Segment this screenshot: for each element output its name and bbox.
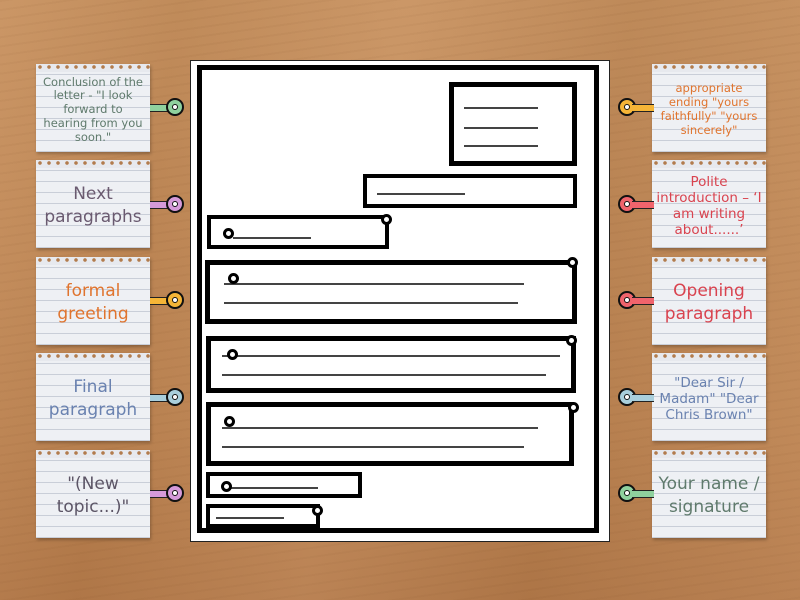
drop-target-final-paragraph-end[interactable] [568, 402, 579, 413]
pin-ring-icon [166, 98, 184, 116]
pin-handle-dear-sir-madam[interactable] [618, 388, 654, 406]
pin-handle-polite-introduction[interactable] [618, 195, 654, 213]
closing-line [228, 487, 318, 489]
pin-handle-final-paragraph[interactable] [150, 388, 184, 406]
pin-handle-your-name-signature[interactable] [618, 484, 654, 502]
date-line [377, 193, 465, 195]
drop-target-next-paragraphs[interactable] [227, 349, 238, 360]
drop-target-greeting[interactable] [223, 228, 234, 239]
pin-handle-appropriate-ending[interactable] [618, 98, 654, 116]
label-card-next-paragraphs[interactable]: Next paragraphs [36, 160, 150, 248]
label-card-opening-paragraph[interactable]: Opening paragraph [652, 257, 766, 345]
pin-stem [632, 297, 654, 305]
address-line [464, 107, 538, 109]
pin-handle-conclusion[interactable] [150, 98, 184, 116]
label-text: Your name / signature [658, 474, 760, 517]
date-box [363, 174, 577, 208]
label-card-appropriate-ending[interactable]: appropriate ending "yours faithfully" "y… [652, 64, 766, 152]
text-line [222, 355, 560, 357]
label-card-your-name-signature[interactable]: Your name / signature [652, 450, 766, 538]
drop-target-closing[interactable] [221, 481, 232, 492]
label-text: Next paragraphs [44, 184, 142, 227]
next-paragraphs-box [206, 336, 576, 393]
final-paragraph-box [206, 402, 574, 466]
drop-target-opening-paragraph[interactable] [228, 273, 239, 284]
label-card-polite-introduction[interactable]: Polite introduction – ‘I am writing abou… [652, 160, 766, 248]
text-line [224, 302, 518, 304]
address-box [449, 82, 577, 166]
pin-stem [632, 394, 654, 402]
label-text: Conclusion of the letter - "I look forwa… [43, 74, 143, 144]
address-line [464, 127, 538, 129]
label-text: appropriate ending "yours faithfully" "y… [660, 81, 758, 137]
pin-handle-next-paragraphs[interactable] [150, 195, 184, 213]
text-line [222, 374, 546, 376]
pin-ring-icon [166, 388, 184, 406]
signature-line [216, 517, 284, 519]
label-text: "(New topic...)" [56, 474, 130, 517]
drop-target-greeting-end[interactable] [381, 214, 392, 225]
greeting-line [233, 237, 311, 239]
signature-box [206, 504, 320, 528]
pin-ring-icon [166, 195, 184, 213]
pin-stem [632, 490, 654, 498]
label-text: "Dear Sir / Madam" "Dear Chris Brown" [659, 374, 759, 424]
pin-ring-icon [166, 484, 184, 502]
label-card-conclusion[interactable]: Conclusion of the letter - "I look forwa… [36, 64, 150, 152]
label-text: Final paragraph [48, 377, 138, 420]
pin-ring-icon [166, 291, 184, 309]
text-line [222, 446, 524, 448]
opening-paragraph-box [205, 260, 577, 324]
pin-handle-opening-paragraph[interactable] [618, 291, 654, 309]
letter-diagram [190, 60, 610, 542]
label-card-new-topic[interactable]: "(New topic...)" [36, 450, 150, 538]
pin-handle-new-topic[interactable] [150, 484, 184, 502]
address-line [464, 145, 538, 147]
pin-stem [632, 104, 654, 112]
label-card-dear-sir-madam[interactable]: "Dear Sir / Madam" "Dear Chris Brown" [652, 353, 766, 441]
greeting-box [207, 215, 389, 249]
label-card-formal-greeting[interactable]: formal greeting [36, 257, 150, 345]
drop-target-signature[interactable] [312, 505, 323, 516]
label-card-final-paragraph[interactable]: Final paragraph [36, 353, 150, 441]
drop-target-opening-paragraph-end[interactable] [567, 257, 578, 268]
text-line [224, 283, 524, 285]
drop-target-next-paragraphs-end[interactable] [566, 335, 577, 346]
label-text: Opening paragraph [664, 281, 754, 324]
pin-stem [632, 201, 654, 209]
label-text: formal greeting [57, 281, 129, 324]
label-text: Polite introduction – ‘I am writing abou… [656, 173, 762, 239]
text-line [222, 427, 538, 429]
drop-target-final-paragraph[interactable] [224, 416, 235, 427]
pin-handle-formal-greeting[interactable] [150, 291, 184, 309]
